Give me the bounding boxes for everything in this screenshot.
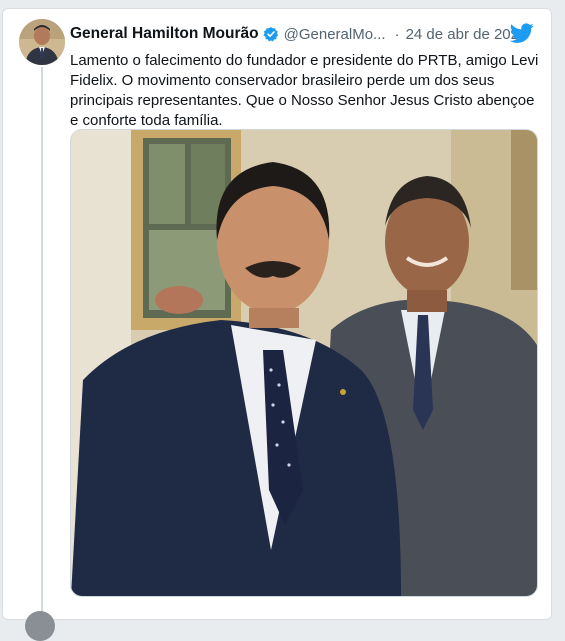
author-handle[interactable]: @GeneralMo... <box>284 26 386 43</box>
tweet-photo[interactable] <box>70 129 538 597</box>
author-name[interactable]: General Hamilton Mourão <box>70 25 259 43</box>
tweet-text: Lamento o falecimento do fundador e pres… <box>70 52 539 129</box>
tweet-card[interactable]: General Hamilton Mourão @GeneralMo... · … <box>2 8 552 641</box>
twitter-bird-icon[interactable] <box>509 21 534 45</box>
tweet-header: General Hamilton Mourão @GeneralMo... · … <box>70 23 540 45</box>
verified-badge-icon <box>263 26 279 42</box>
header-separator: · <box>394 25 400 43</box>
author-avatar[interactable] <box>19 19 65 65</box>
thread-connector-line <box>41 67 43 612</box>
next-tweet-avatar[interactable] <box>25 611 55 641</box>
